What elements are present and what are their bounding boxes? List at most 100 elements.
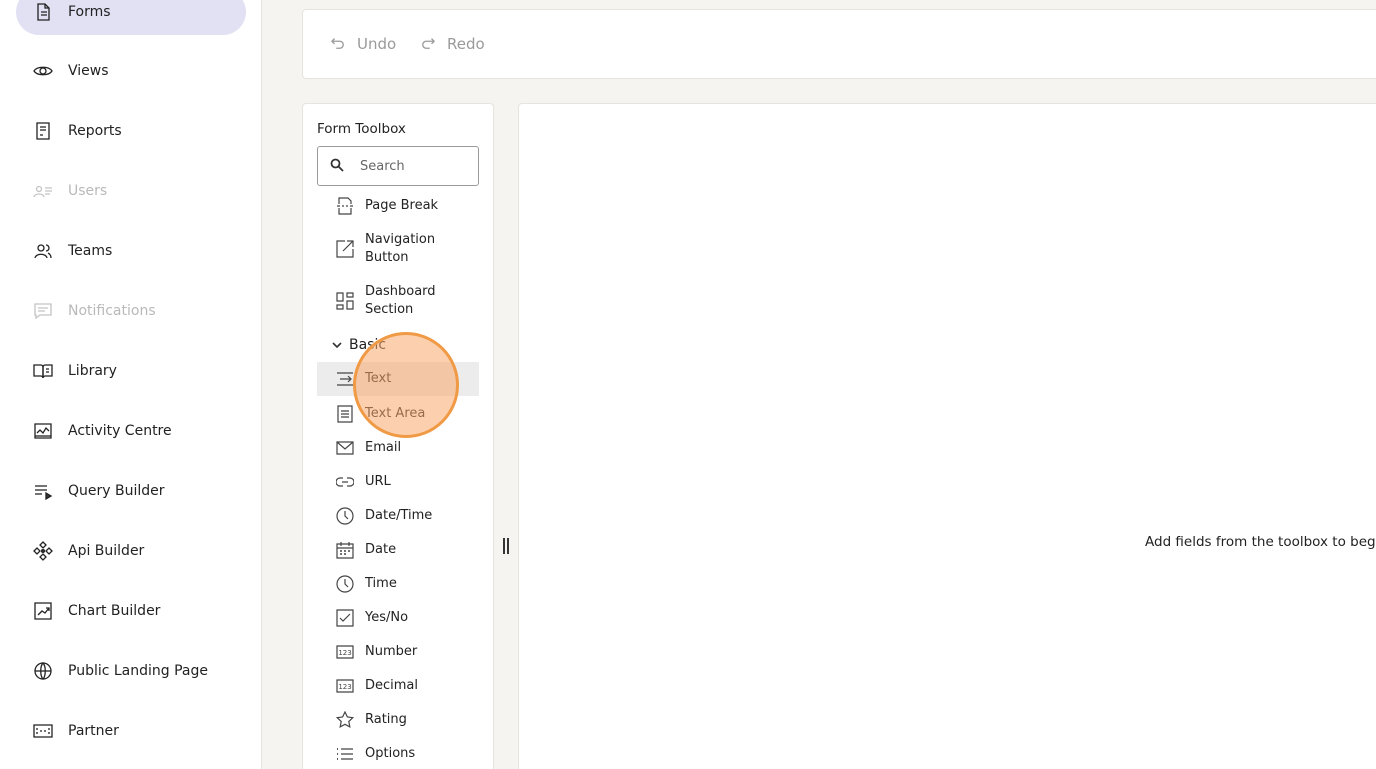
sidebar-item-query-builder[interactable]: Query Builder bbox=[16, 468, 246, 514]
tool-email[interactable]: Email bbox=[317, 438, 479, 458]
query-icon bbox=[33, 481, 53, 501]
navigation-icon bbox=[335, 239, 355, 259]
tool-date[interactable]: Date bbox=[317, 540, 479, 560]
svg-text:123: 123 bbox=[338, 683, 351, 691]
redo-button[interactable]: Redo bbox=[421, 35, 485, 53]
undo-button[interactable]: Undo bbox=[331, 35, 396, 53]
sidebar-item-label: Reports bbox=[68, 123, 122, 139]
clock-icon bbox=[335, 506, 355, 526]
sidebar-item-users[interactable]: Users bbox=[16, 168, 246, 214]
sidebar: Forms Views Reports Users Teams Notifica… bbox=[0, 0, 262, 769]
sidebar-item-label: Notifications bbox=[68, 303, 156, 319]
tool-label: Yes/No bbox=[365, 610, 409, 625]
tool-time[interactable]: Time bbox=[317, 574, 479, 594]
message-icon bbox=[33, 301, 53, 321]
section-label: Basic bbox=[349, 337, 387, 353]
tool-label: Time bbox=[365, 576, 397, 591]
tool-decimal[interactable]: 123 Decimal bbox=[317, 676, 479, 696]
star-icon bbox=[335, 710, 355, 730]
tool-rating[interactable]: Rating bbox=[317, 710, 479, 730]
sidebar-item-label: Library bbox=[68, 363, 117, 379]
sidebar-item-api-builder[interactable]: Api Builder bbox=[16, 528, 246, 574]
sidebar-item-label: Forms bbox=[68, 4, 111, 20]
tool-label: Email bbox=[365, 440, 402, 455]
undo-label: Undo bbox=[357, 35, 397, 53]
empty-canvas-message: Add fields from the toolbox to begin bbox=[1145, 534, 1376, 550]
users-icon bbox=[33, 181, 53, 201]
calendar-icon bbox=[335, 540, 355, 560]
sidebar-item-public-landing-page[interactable]: Public Landing Page bbox=[16, 648, 246, 694]
redo-label: Redo bbox=[447, 35, 485, 53]
api-icon bbox=[33, 541, 53, 561]
tool-number[interactable]: 123 Number bbox=[317, 642, 479, 662]
tool-label: URL bbox=[365, 474, 391, 489]
tool-label: Text Area bbox=[365, 406, 426, 421]
tool-label: Navigation Button bbox=[365, 232, 436, 265]
sidebar-item-label: Public Landing Page bbox=[68, 663, 209, 679]
document-icon bbox=[33, 2, 53, 22]
sidebar-item-label: Views bbox=[68, 63, 109, 79]
tool-label: Date/Time bbox=[365, 508, 433, 523]
sidebar-item-partner[interactable]: Partner bbox=[16, 708, 246, 754]
tool-date-time[interactable]: Date/Time bbox=[317, 506, 479, 526]
sidebar-item-views[interactable]: Views bbox=[16, 48, 246, 94]
text-area-icon bbox=[335, 404, 355, 424]
undo-icon bbox=[331, 36, 347, 52]
tool-label: Page Break bbox=[365, 198, 439, 213]
tool-label: Number bbox=[365, 644, 418, 659]
email-icon bbox=[335, 438, 355, 458]
editor-toolbar: Undo Redo bbox=[302, 9, 1376, 79]
sidebar-item-label: Users bbox=[68, 183, 108, 199]
tool-text-area[interactable]: Text Area bbox=[317, 404, 479, 424]
toolbox-search[interactable] bbox=[317, 146, 479, 186]
sidebar-item-chart-builder[interactable]: Chart Builder bbox=[16, 588, 246, 634]
section-basic-toggle[interactable]: Basic bbox=[331, 337, 386, 353]
sidebar-item-notifications[interactable]: Notifications bbox=[16, 288, 246, 334]
sidebar-item-forms[interactable]: Forms bbox=[16, 0, 246, 35]
checkbox-icon bbox=[335, 608, 355, 628]
tool-text[interactable]: Text bbox=[317, 362, 479, 396]
form-canvas[interactable]: Add fields from the toolbox to begin bbox=[518, 103, 1376, 769]
tool-options[interactable]: Options bbox=[317, 744, 479, 764]
tool-label: Decimal bbox=[365, 678, 419, 693]
page-break-icon bbox=[335, 196, 355, 216]
sidebar-item-label: Teams bbox=[68, 243, 113, 259]
clock-icon bbox=[335, 574, 355, 594]
tool-label: Rating bbox=[365, 712, 407, 727]
tool-navigation-button[interactable]: Navigation Button bbox=[317, 230, 479, 268]
sidebar-item-label: Query Builder bbox=[68, 483, 165, 499]
tool-label: Date bbox=[365, 542, 397, 557]
svg-text:123: 123 bbox=[338, 649, 351, 657]
sidebar-item-reports[interactable]: Reports bbox=[16, 108, 246, 154]
tool-yes-no[interactable]: Yes/No bbox=[317, 608, 479, 628]
form-toolbox: Form Toolbox Page Break Navigation Butto… bbox=[302, 103, 494, 769]
sidebar-item-label: Partner bbox=[68, 723, 119, 739]
text-input-icon bbox=[335, 369, 355, 389]
list-icon bbox=[335, 744, 355, 764]
globe-icon bbox=[33, 661, 53, 681]
sidebar-item-label: Api Builder bbox=[68, 543, 145, 559]
sidebar-item-activity-centre[interactable]: Activity Centre bbox=[16, 408, 246, 454]
link-icon bbox=[335, 472, 355, 492]
redo-icon bbox=[421, 36, 437, 52]
sidebar-item-teams[interactable]: Teams bbox=[16, 228, 246, 274]
number-icon: 123 bbox=[335, 642, 355, 662]
panel-resize-handle[interactable] bbox=[503, 538, 509, 554]
tool-url[interactable]: URL bbox=[317, 472, 479, 492]
tool-label: Dashboard Section bbox=[365, 284, 436, 317]
tool-label: Options bbox=[365, 746, 416, 761]
decimal-icon: 123 bbox=[335, 676, 355, 696]
book-icon bbox=[33, 361, 53, 381]
search-input[interactable] bbox=[360, 158, 460, 174]
sidebar-item-library[interactable]: Library bbox=[16, 348, 246, 394]
partner-icon bbox=[33, 721, 53, 741]
eye-icon bbox=[33, 61, 53, 81]
sidebar-item-label: Activity Centre bbox=[68, 423, 172, 439]
team-icon bbox=[33, 241, 53, 261]
chevron-down-icon bbox=[332, 342, 342, 349]
chart-icon bbox=[33, 601, 53, 621]
activity-icon bbox=[33, 421, 53, 441]
tool-page-break[interactable]: Page Break bbox=[317, 196, 479, 216]
tool-dashboard-section[interactable]: Dashboard Section bbox=[317, 282, 479, 320]
sidebar-item-label: Chart Builder bbox=[68, 603, 161, 619]
